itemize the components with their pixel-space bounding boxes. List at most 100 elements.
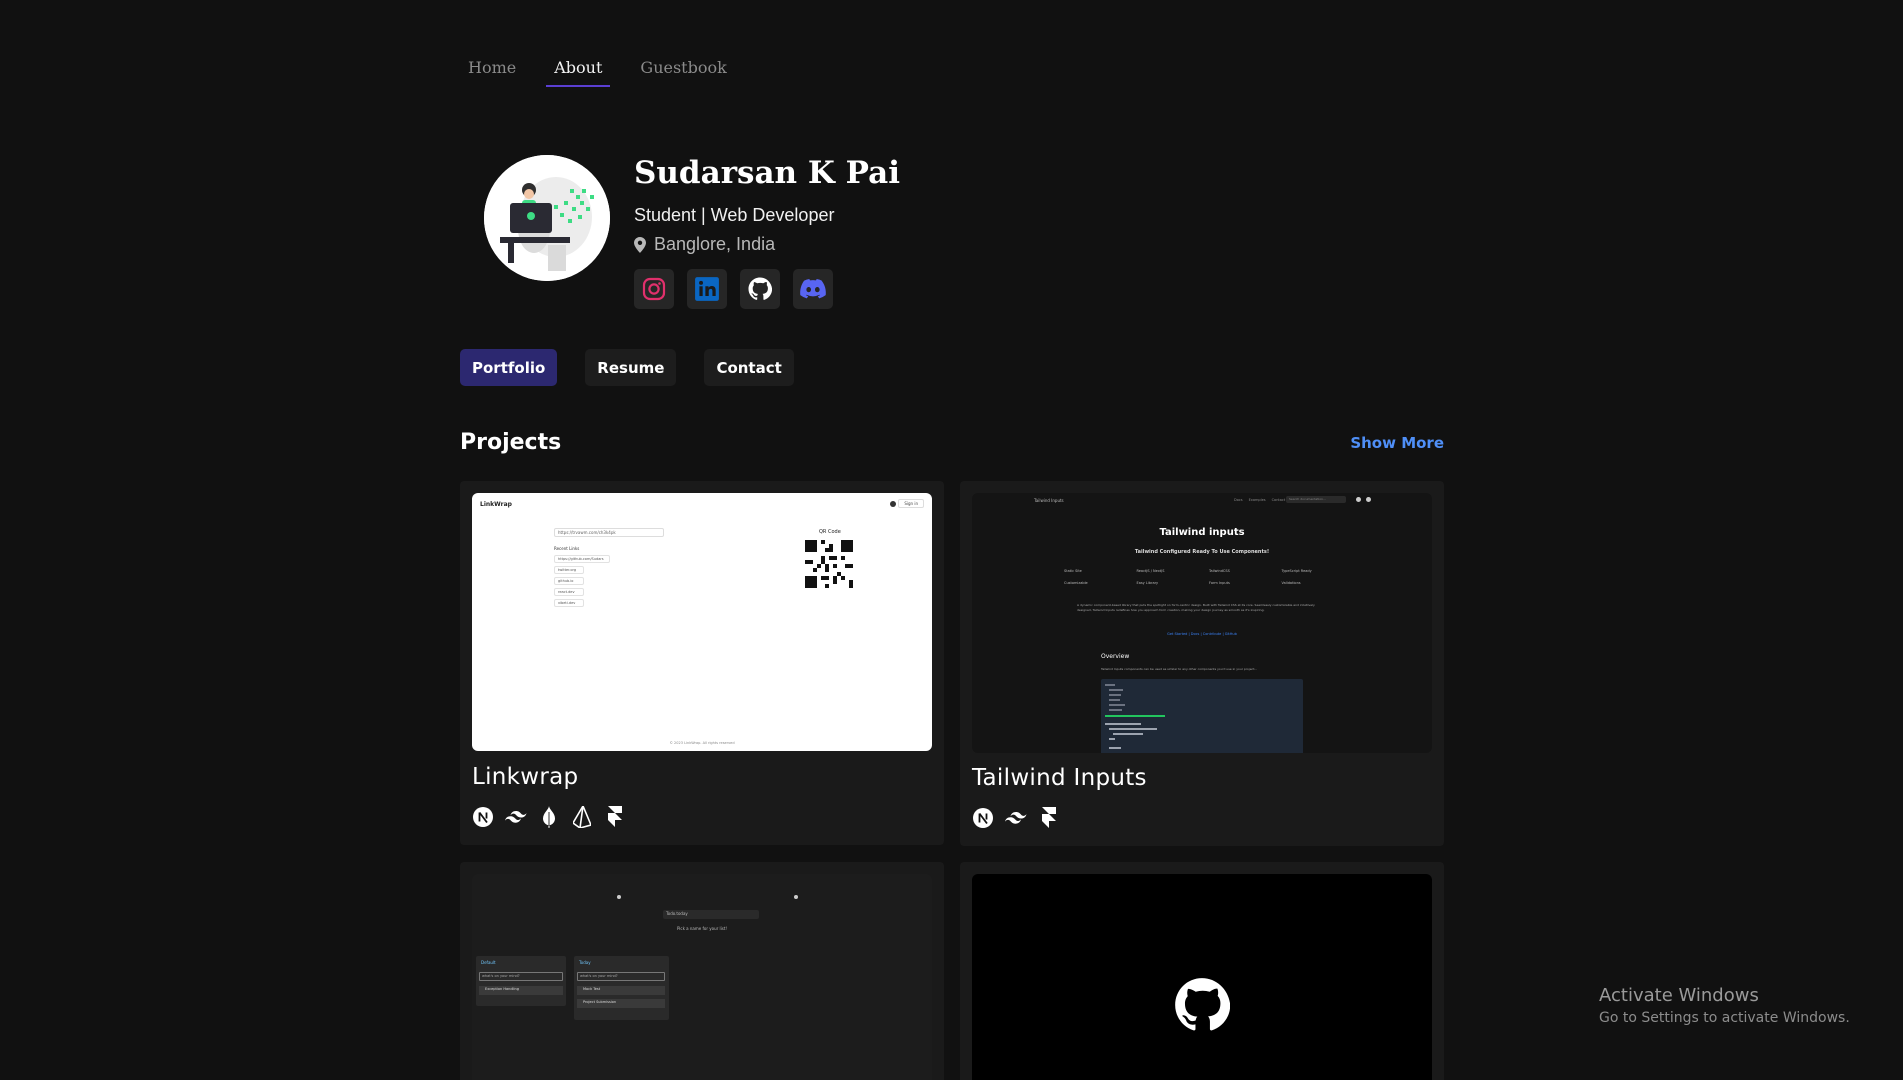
instagram-link[interactable] — [634, 269, 674, 309]
preview-nav: Docs Examples Contact — [1234, 498, 1285, 502]
preview-list-item: Mock Test — [577, 986, 665, 995]
watermark-title: Activate Windows — [1599, 985, 1759, 1006]
preview-feature: Static Site — [1064, 569, 1082, 573]
project-card-tailwind-inputs[interactable]: Tailwind Inputs Docs Examples Contact Se… — [960, 481, 1444, 846]
preview-description: A dynamic component-based library that p… — [1077, 603, 1315, 612]
preview-search: Search documentation... — [1286, 496, 1346, 503]
preview-feature: Form Inputs — [1209, 581, 1230, 585]
project-preview-todo: Todo.today Pick a name for your list! De… — [472, 874, 932, 1080]
preview-footer: © 2023 LinkWrap. All rights reserved — [669, 741, 735, 745]
preview-feature: ReactJS / NextJS — [1136, 569, 1165, 573]
about-page: Home About Guestbook Sudarsan K Pai Stud… — [0, 0, 1903, 1080]
avatar — [484, 155, 610, 281]
preview-header-icons — [1356, 497, 1371, 502]
preview-recent-item: github.io — [554, 577, 584, 585]
preview-list-name: Default — [481, 960, 496, 965]
preview-recent-list: https://github.com/Sudars twitter.org gi… — [554, 555, 610, 607]
preview-list: Today what's on your mind? Mock Test Pro… — [574, 956, 669, 1020]
linkedin-link[interactable] — [687, 269, 727, 309]
preview-feature: Customizable — [1064, 581, 1088, 585]
profile-section: Sudarsan K Pai Student | Web Developer B… — [484, 155, 900, 309]
tailwind-icon — [1005, 807, 1027, 829]
contact-button[interactable]: Contact — [704, 349, 794, 386]
discord-link[interactable] — [793, 269, 833, 309]
social-links — [634, 269, 900, 309]
projects-title: Projects — [460, 430, 562, 455]
project-preview-tailwind-inputs: Tailwind Inputs Docs Examples Contact Se… — [972, 493, 1432, 753]
watermark-subtitle: Go to Settings to activate Windows. — [1599, 1010, 1850, 1026]
location-pin-icon — [634, 236, 646, 253]
project-preview-github — [972, 874, 1432, 1080]
preview-recent-item: react.dev — [554, 588, 584, 596]
preview-title-input: Todo.today — [663, 910, 759, 919]
project-card-github[interactable] — [960, 862, 1444, 1080]
project-card-todo[interactable]: Todo.today Pick a name for your list! De… — [460, 862, 944, 1080]
tailwind-icon — [505, 806, 527, 828]
nextjs-icon — [472, 806, 494, 828]
nav-about[interactable]: About — [546, 56, 611, 87]
location-text: Banglore, India — [654, 234, 776, 254]
portfolio-button[interactable]: Portfolio — [460, 349, 558, 386]
preview-nav-link: Examples — [1248, 498, 1266, 502]
show-more-link[interactable]: Show More — [1350, 434, 1444, 452]
preview-recent-item: vibeti.dev — [554, 599, 584, 607]
preview-overview-text: Tailwind Inputs components can be used a… — [1101, 667, 1258, 671]
preview-list: Default what's on your mind? Exception H… — [476, 956, 566, 1006]
preview-dot-icon — [794, 895, 798, 899]
preview-brand: LinkWrap — [480, 501, 512, 508]
preview-github-icon — [890, 501, 896, 507]
github-icon — [1175, 978, 1230, 1031]
framer-icon — [604, 806, 626, 828]
nav-home[interactable]: Home — [460, 56, 524, 87]
resume-button[interactable]: Resume — [585, 349, 677, 386]
activate-windows-watermark: Activate Windows Go to Settings to activ… — [1599, 985, 1850, 1026]
tech-stack — [472, 806, 626, 828]
preview-subheading: Tailwind Configured Ready To Use Compone… — [1134, 549, 1270, 555]
preview-overview-title: Overview — [1101, 653, 1130, 660]
code-lines — [1105, 684, 1165, 749]
preview-github-icon — [1356, 497, 1361, 502]
project-title: Tailwind Inputs — [972, 765, 1147, 791]
preview-feature: TailwindCSS — [1209, 569, 1230, 573]
preview-heading: Tailwind inputs — [1159, 527, 1245, 538]
preview-recent-label: Recent Links — [554, 546, 580, 551]
instagram-icon — [642, 277, 666, 301]
preview-feature: TypeScript Ready — [1281, 569, 1312, 573]
nav-guestbook[interactable]: Guestbook — [632, 56, 734, 87]
project-preview-linkwrap: LinkWrap Sign in https://trvawm.com/ch3k… — [472, 493, 932, 751]
preview-brand: Tailwind Inputs — [1034, 498, 1064, 503]
mongodb-icon — [538, 806, 560, 828]
preview-nav-link: Contact — [1271, 498, 1286, 502]
github-link[interactable] — [740, 269, 780, 309]
profile-role: Student | Web Developer — [634, 205, 835, 225]
preview-url-input: https://trvawm.com/ch3k4pk — [554, 528, 664, 537]
preview-feature: Validations — [1281, 581, 1301, 585]
preview-list-name: Today — [579, 960, 591, 965]
profile-location: Banglore, India — [634, 234, 900, 255]
linkedin-icon — [695, 277, 719, 301]
section-tabs: Portfolio Resume Contact — [460, 349, 794, 386]
projects-header: Projects Show More — [460, 430, 1444, 455]
project-card-linkwrap[interactable]: LinkWrap Sign in https://trvawm.com/ch3k… — [460, 481, 944, 845]
qr-code-icon — [805, 540, 853, 588]
tech-stack — [972, 807, 1060, 829]
preview-signin-button: Sign in — [898, 499, 924, 508]
preview-recent-item: https://github.com/Sudars — [554, 555, 610, 563]
preview-list-item: Exception Handling — [479, 986, 563, 995]
preview-recent-item: twitter.org — [554, 566, 584, 574]
top-nav: Home About Guestbook — [460, 56, 735, 87]
discord-icon — [800, 279, 826, 299]
preview-features: Static Site ReactJS / NextJS TailwindCSS… — [1064, 569, 1354, 585]
avatar-illustration — [484, 155, 610, 281]
preview-links: Get Started | Docs | Contribute | GitHub — [1167, 632, 1237, 636]
preview-list-input: what's on your mind? — [577, 972, 665, 981]
preview-hint: Pick a name for your list! — [676, 926, 728, 931]
github-icon — [748, 277, 772, 300]
prisma-icon — [571, 806, 593, 828]
preview-discord-icon — [1366, 497, 1371, 502]
preview-list-input: what's on your mind? — [479, 972, 563, 981]
nextjs-icon — [972, 807, 994, 829]
project-title: Linkwrap — [472, 764, 579, 790]
profile-name: Sudarsan K Pai — [634, 155, 900, 191]
preview-qr-label: QR Code — [819, 529, 841, 535]
